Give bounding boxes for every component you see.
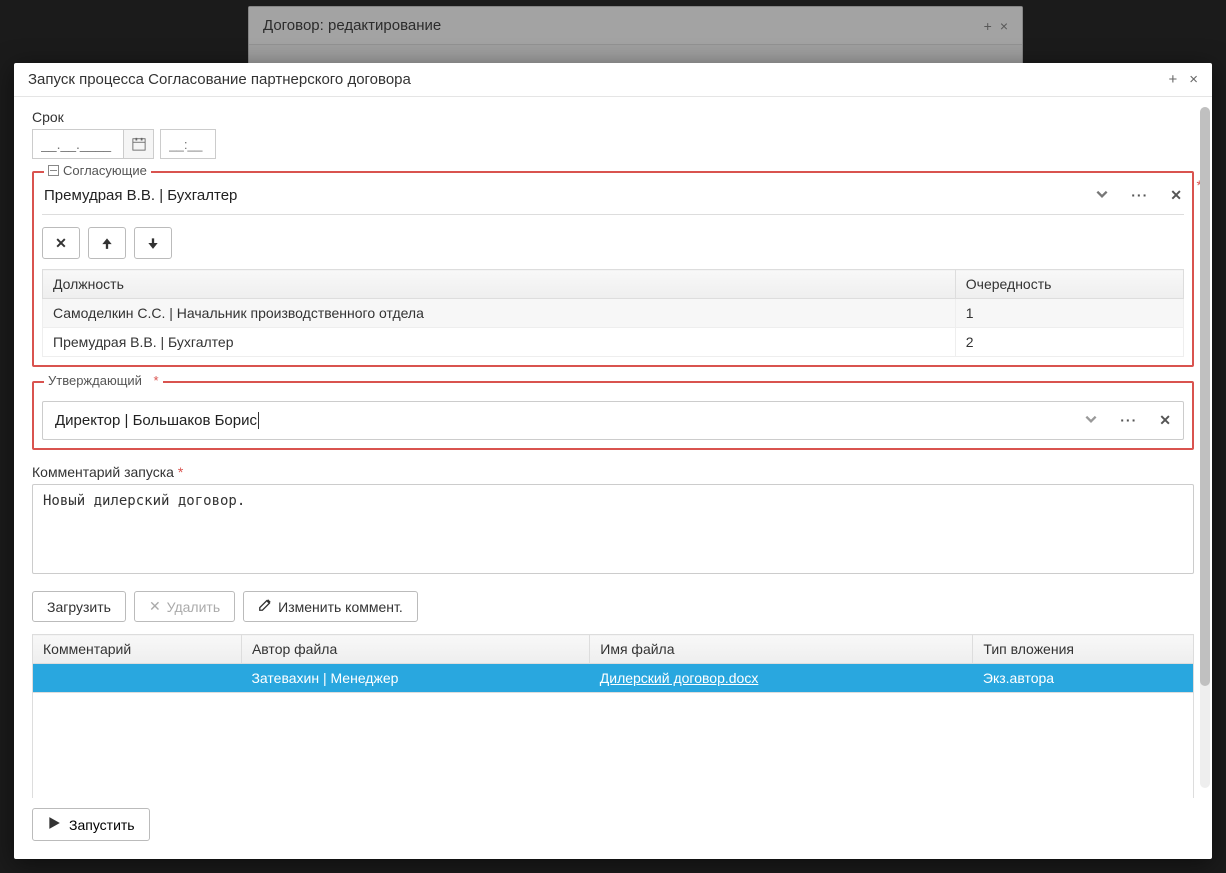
file-type-cell: Экз.автора [973, 664, 1194, 693]
file-link[interactable]: Дилерский договор.docx [600, 670, 759, 686]
modal-body: Срок * Согласующие Премудрая В.В. | Бухг… [14, 97, 1212, 798]
required-asterisk: * [154, 373, 159, 388]
files-table: Комментарий Автор файла Имя файла Тип вл… [32, 634, 1194, 693]
edit-comment-button[interactable]: Изменить коммент. [243, 591, 418, 622]
approver-select-controls: ··· ✕ [1095, 187, 1182, 204]
col-author: Автор файла [241, 635, 589, 664]
approvers-fieldset: * Согласующие Премудрая В.В. | Бухгалтер… [32, 171, 1194, 367]
chevron-down-icon[interactable] [1095, 187, 1109, 204]
col-filename: Имя файла [590, 635, 973, 664]
delete-label: Удалить [167, 599, 220, 615]
cell-position: Премудрая В.В. | Бухгалтер [43, 328, 956, 357]
chevron-down-icon[interactable] [1084, 412, 1098, 429]
pencil-icon [258, 598, 272, 615]
attachment-buttons: Загрузить ✕ Удалить Изменить коммент. [32, 591, 1194, 622]
cell-order: 1 [955, 299, 1183, 328]
collapse-icon[interactable] [48, 165, 59, 176]
edit-comment-label: Изменить коммент. [278, 599, 403, 615]
final-approver-label: Утверждающий [48, 373, 142, 388]
col-position: Должность [43, 270, 956, 299]
approvers-legend: Согласующие [44, 163, 151, 178]
approver-select-row: Премудрая В.В. | Бухгалтер ··· ✕ [42, 183, 1184, 215]
col-comment: Комментарий [33, 635, 242, 664]
final-approver-value: Директор | Большаков Борис [55, 412, 1084, 429]
modal-plus-icon[interactable]: + [1168, 71, 1177, 88]
deadline-time-input[interactable] [160, 129, 216, 159]
file-name-cell: Дилерский договор.docx [590, 664, 973, 693]
comment-label: Комментарий запуска * [32, 464, 1194, 480]
final-approver-fieldset: Утверждающий * Директор | Большаков Бори… [32, 381, 1194, 450]
scrollbar-thumb[interactable] [1200, 107, 1210, 686]
cell-position: Самоделкин С.С. | Начальник производстве… [43, 299, 956, 328]
run-button[interactable]: Запустить [32, 808, 150, 841]
modal-close-icon[interactable]: × [1189, 71, 1198, 88]
approver-order-buttons: ✕ [42, 227, 1184, 259]
calendar-icon[interactable] [124, 129, 154, 159]
col-order: Очередность [955, 270, 1183, 299]
play-icon [47, 816, 61, 833]
file-row[interactable]: Затевахин | Менеджер Дилерский договор.d… [33, 664, 1194, 693]
modal-header-controls: + × [1168, 71, 1198, 88]
scrollbar[interactable] [1200, 107, 1210, 788]
approvers-legend-text: Согласующие [63, 163, 147, 178]
table-row[interactable]: Премудрая В.В. | Бухгалтер 2 [43, 328, 1184, 357]
run-label: Запустить [69, 817, 135, 833]
file-author-cell: Затевахин | Менеджер [241, 664, 589, 693]
col-attachment-type: Тип вложения [973, 635, 1194, 664]
final-approver-legend: Утверждающий * [44, 373, 163, 388]
delete-x-icon: ✕ [149, 598, 161, 615]
upload-button[interactable]: Загрузить [32, 591, 126, 622]
cell-order: 2 [955, 328, 1183, 357]
final-approver-value-text: Директор | Большаков Борис [55, 412, 257, 429]
clear-icon[interactable]: ✕ [1170, 187, 1182, 204]
modal-footer: Запустить [14, 798, 1212, 859]
final-approver-select[interactable]: Директор | Большаков Борис ··· ✕ [42, 401, 1184, 440]
process-start-modal: Запуск процесса Согласование партнерског… [14, 63, 1212, 859]
calendar-svg-icon [132, 137, 146, 151]
files-table-header: Комментарий Автор файла Имя файла Тип вл… [33, 635, 1194, 664]
clear-icon[interactable]: ✕ [1159, 412, 1171, 429]
files-empty-area [32, 693, 1194, 798]
approvers-table: Должность Очередность Самоделкин С.С. | … [42, 269, 1184, 357]
deadline-date-input[interactable] [32, 129, 124, 159]
approver-selected-value[interactable]: Премудрая В.В. | Бухгалтер [44, 187, 1095, 204]
table-row[interactable]: Самоделкин С.С. | Начальник производстве… [43, 299, 1184, 328]
required-asterisk: * [178, 464, 183, 480]
ellipsis-icon[interactable]: ··· [1120, 412, 1137, 429]
move-down-button[interactable] [134, 227, 172, 259]
remove-button[interactable]: ✕ [42, 227, 80, 259]
ellipsis-icon[interactable]: ··· [1131, 187, 1148, 204]
modal-header: Запуск процесса Согласование партнерског… [14, 63, 1212, 97]
deadline-label: Срок [32, 109, 1194, 125]
delete-button: ✕ Удалить [134, 591, 235, 622]
file-comment-cell [33, 664, 242, 693]
text-cursor [258, 412, 259, 429]
modal-title: Запуск процесса Согласование партнерског… [28, 71, 411, 88]
move-up-button[interactable] [88, 227, 126, 259]
deadline-row [32, 129, 1194, 159]
comment-textarea[interactable] [32, 484, 1194, 574]
approvers-table-header: Должность Очередность [43, 270, 1184, 299]
final-approver-controls: ··· ✕ [1084, 412, 1171, 429]
comment-label-text: Комментарий запуска [32, 464, 174, 480]
